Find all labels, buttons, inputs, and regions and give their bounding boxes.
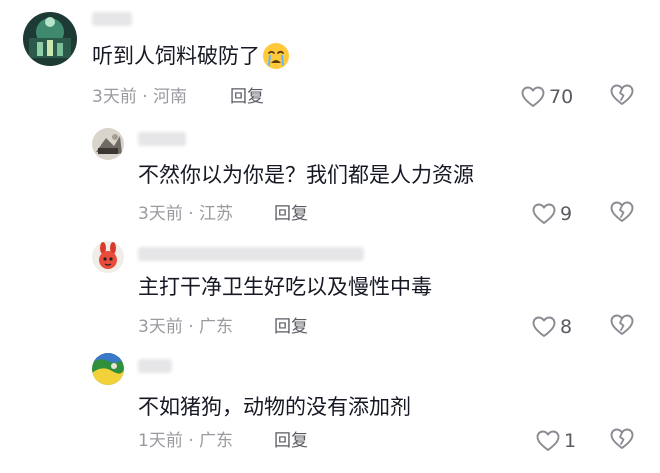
comment-text: 不然你以为你是？我们都是人力资源 bbox=[138, 163, 474, 187]
comment-meta: 1天前 · 广东 bbox=[138, 431, 234, 451]
like-button[interactable]: 9 bbox=[532, 201, 572, 227]
dislike-button[interactable] bbox=[610, 201, 636, 227]
avatar[interactable] bbox=[23, 12, 77, 66]
comment-meta: 3天前 · 广东 bbox=[138, 317, 234, 337]
like-count: 9 bbox=[560, 203, 573, 225]
avatar-image bbox=[92, 241, 124, 273]
reply-button[interactable]: 回复 bbox=[274, 316, 308, 338]
broken-heart-outline-icon bbox=[610, 201, 634, 222]
like-count: 8 bbox=[560, 316, 573, 338]
comment-text: 主打干净卫生好吃以及慢性中毒 bbox=[138, 275, 432, 299]
heart-outline-icon bbox=[532, 316, 556, 337]
broken-heart-outline-icon bbox=[610, 84, 634, 105]
comment-text: 听到人饲料破防了 bbox=[92, 42, 290, 70]
heart-outline-icon bbox=[521, 86, 545, 107]
avatar-image bbox=[92, 353, 124, 385]
username[interactable] bbox=[138, 132, 186, 146]
comment-meta: 3天前 · 河南 bbox=[92, 87, 188, 107]
like-count: 70 bbox=[549, 86, 574, 108]
like-count: 1 bbox=[564, 430, 577, 452]
crying-face-emoji bbox=[262, 42, 290, 70]
like-button[interactable]: 8 bbox=[532, 314, 572, 340]
avatar[interactable] bbox=[92, 353, 124, 385]
broken-heart-outline-icon bbox=[610, 428, 634, 449]
comment-item: 听到人饲料破防了 3天前 · 河南 回复 70 bbox=[0, 0, 660, 118]
avatar-image bbox=[92, 128, 124, 160]
dislike-button[interactable] bbox=[610, 84, 636, 110]
broken-heart-outline-icon bbox=[610, 314, 634, 335]
avatar[interactable] bbox=[92, 128, 124, 160]
reply-button[interactable]: 回复 bbox=[274, 203, 308, 225]
username[interactable] bbox=[138, 247, 364, 261]
reply-item: 主打干净卫生好吃以及慢性中毒 3天前 · 广东 回复 8 bbox=[0, 233, 660, 345]
reply-item: 不然你以为你是？我们都是人力资源 3天前 · 江苏 回复 9 bbox=[0, 118, 660, 233]
username[interactable] bbox=[92, 12, 132, 26]
like-button[interactable]: 70 bbox=[521, 84, 573, 110]
dislike-button[interactable] bbox=[610, 314, 636, 340]
username[interactable] bbox=[138, 359, 172, 373]
comment-text: 不如猪狗，动物的没有添加剂 bbox=[138, 395, 411, 419]
dislike-button[interactable] bbox=[610, 428, 636, 454]
reply-item: 不如猪狗，动物的没有添加剂 1天前 · 广东 回复 1 bbox=[0, 345, 660, 473]
avatar-image bbox=[23, 12, 77, 66]
like-button[interactable]: 1 bbox=[536, 428, 576, 454]
heart-outline-icon bbox=[532, 203, 556, 224]
reply-button[interactable]: 回复 bbox=[230, 86, 264, 108]
comment-meta: 3天前 · 江苏 bbox=[138, 204, 234, 224]
reply-button[interactable]: 回复 bbox=[274, 430, 308, 452]
heart-outline-icon bbox=[536, 430, 560, 451]
avatar[interactable] bbox=[92, 241, 124, 273]
